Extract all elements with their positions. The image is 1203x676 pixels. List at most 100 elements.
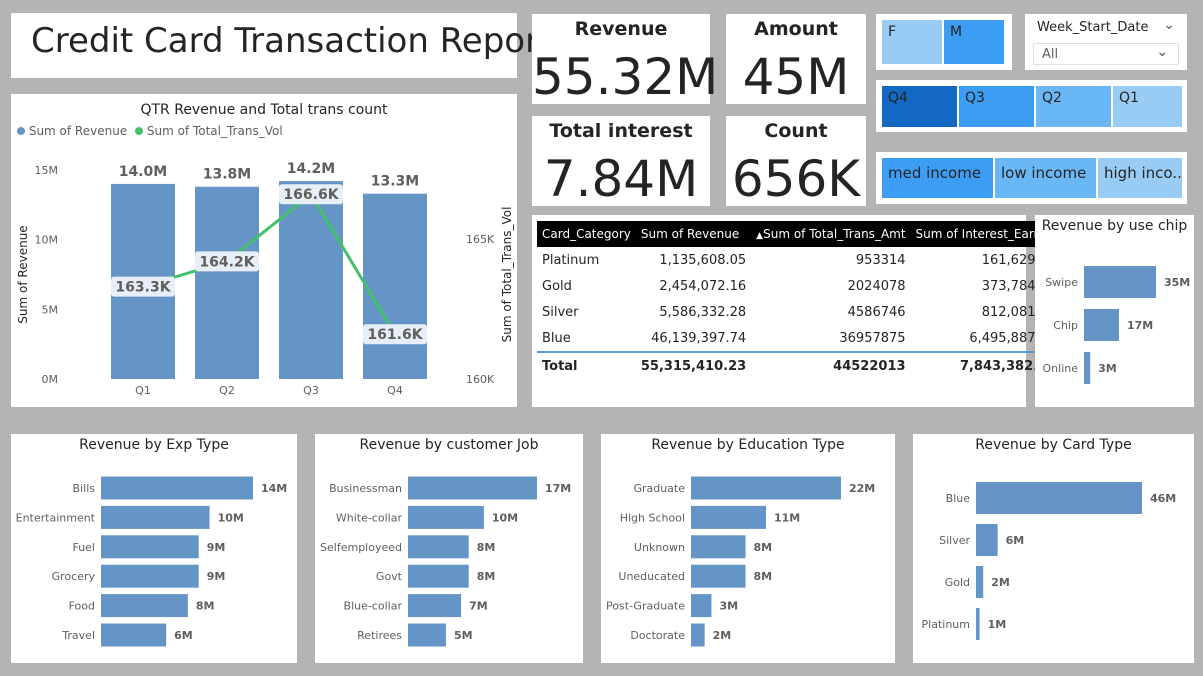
bar[interactable] [1084, 266, 1156, 298]
date-dropdown[interactable]: All ⌄ [1033, 43, 1179, 65]
category-label: Silver [939, 534, 970, 547]
y2-tick-label: 160K [466, 373, 495, 386]
data-label: 8M [477, 541, 496, 554]
data-label: 5M [454, 629, 473, 642]
category-label: White-collar [336, 511, 403, 524]
bar[interactable] [976, 608, 980, 640]
data-label: 8M [754, 570, 773, 583]
edu-chart-panel: Revenue by Education Type Graduate 22M High… [601, 434, 895, 663]
slicer-income-med[interactable]: med income [881, 157, 994, 199]
slicer-qtr-q1[interactable]: Q1 [1112, 85, 1183, 128]
matrix-header-amount[interactable]: ▲Sum of Total_Trans_Amt [751, 221, 911, 247]
edu-bar-chart: Revenue by Education Type Graduate 22M High… [606, 437, 875, 647]
table-cell: 953314 [855, 252, 906, 268]
bar[interactable] [691, 505, 766, 529]
table-cell: Blue [542, 330, 571, 346]
table-cell: Total [537, 351, 636, 379]
exp-bar-chart: Revenue by Exp Type Bills 14M Entertainment… [16, 437, 287, 647]
kpi-interest-card: Total interest 7.84M [532, 116, 710, 208]
slicer-qtr-q3[interactable]: Q3 [958, 85, 1035, 128]
chevron-down-icon[interactable]: ⌄ [1163, 17, 1175, 33]
bar[interactable] [195, 186, 259, 379]
category-label: Platinum [922, 618, 970, 631]
category-label: Bills [73, 482, 96, 495]
y-tick-label: 10M [35, 234, 59, 247]
category-label: Graduate [633, 482, 685, 495]
table-total-row: Total 55,315,410.23 44522013 7,843,382.2… [537, 351, 1062, 379]
x-tick-label: Q2 [219, 384, 235, 397]
kpi-interest-value: 7.84M [543, 150, 699, 208]
kpi-count-label: Count [764, 120, 828, 142]
slicer-income-high[interactable]: high inco... [1097, 157, 1183, 199]
table-cell: 55,315,410.23 [635, 351, 752, 379]
bar[interactable] [976, 566, 984, 598]
bar[interactable] [101, 623, 167, 647]
bar[interactable] [408, 594, 462, 618]
bar[interactable] [1084, 352, 1091, 384]
bar[interactable] [691, 535, 746, 559]
data-label: 10M [492, 511, 518, 524]
table-cell: Platinum [542, 252, 600, 268]
matrix-table: Card_Category Sum of Revenue ▲Sum of Tot… [537, 221, 1062, 379]
slicer-qtr-q4[interactable]: Q4 [881, 85, 958, 128]
category-label: Govt [376, 570, 403, 583]
data-label: 3M [719, 600, 738, 613]
chart-title: Revenue by use chip [1042, 218, 1188, 234]
bar[interactable] [408, 623, 446, 647]
card-chart-panel: Revenue by Card Type Blue 46M Silver 6M Gold 2… [913, 434, 1194, 663]
category-label: Chip [1053, 319, 1078, 332]
table-cell: 5,586,332.28 [659, 304, 747, 320]
title-panel: Credit Card Transaction Report [11, 13, 552, 78]
table-cell: 4586746 [847, 304, 906, 320]
bar[interactable] [1084, 309, 1119, 341]
kpi-revenue-value: 55.32M [532, 48, 719, 106]
bar[interactable] [101, 535, 199, 559]
date-dropdown-value: All [1042, 47, 1059, 62]
bar[interactable] [976, 524, 998, 556]
bar[interactable] [408, 476, 537, 500]
slicer-gender-f[interactable]: F [881, 19, 943, 65]
data-label: 9M [207, 541, 226, 554]
data-label: 6M [174, 629, 193, 642]
y-axis-label: Sum of Revenue [16, 225, 30, 323]
data-label: 2M [713, 629, 732, 642]
category-label: Food [69, 600, 95, 613]
data-label: 46M [1150, 492, 1176, 505]
card-category-matrix: Card_Category Sum of Revenue ▲Sum of Tot… [532, 215, 1062, 407]
matrix-header-category[interactable]: Card_Category [537, 221, 636, 247]
table-cell: 2024078 [847, 278, 906, 294]
category-label: Swipe [1045, 276, 1078, 289]
bar[interactable] [691, 623, 705, 647]
table-cell: 46,139,397.74 [651, 330, 747, 346]
date-slicer-label: Week_Start_Date [1037, 20, 1149, 35]
category-label: Grocery [52, 570, 96, 583]
bar[interactable] [101, 564, 199, 588]
slicer-gender-m[interactable]: M [943, 19, 1005, 65]
bar[interactable] [408, 505, 484, 529]
bar[interactable] [101, 505, 210, 529]
quarter-slicer: Q4 Q3 Q2 Q1 [876, 80, 1187, 132]
bar[interactable] [976, 482, 1142, 514]
slicer-qtr-q2[interactable]: Q2 [1035, 85, 1112, 128]
bar[interactable] [408, 564, 469, 588]
bar[interactable] [101, 594, 188, 618]
data-label: 8M [754, 541, 773, 554]
matrix-header-revenue[interactable]: Sum of Revenue [635, 221, 752, 247]
line-data-label: 164.2K [199, 254, 255, 270]
kpi-revenue-label: Revenue [574, 18, 668, 40]
kpi-amount-label: Amount [754, 18, 838, 40]
data-label: 35M [1164, 276, 1190, 289]
line-data-label: 161.6K [367, 327, 423, 343]
data-label: 8M [196, 600, 215, 613]
bar[interactable] [363, 193, 427, 379]
kpi-count-card: Count 656K [726, 116, 866, 208]
bar[interactable] [691, 594, 712, 618]
bar[interactable] [101, 476, 253, 500]
bar[interactable] [408, 535, 469, 559]
chevron-down-icon: ⌄ [1156, 44, 1168, 60]
bar[interactable] [691, 476, 841, 500]
table-cell: 1,135,608.05 [659, 252, 747, 268]
slicer-income-low[interactable]: low income [994, 157, 1097, 199]
x-tick-label: Q4 [387, 384, 403, 397]
bar[interactable] [691, 564, 746, 588]
